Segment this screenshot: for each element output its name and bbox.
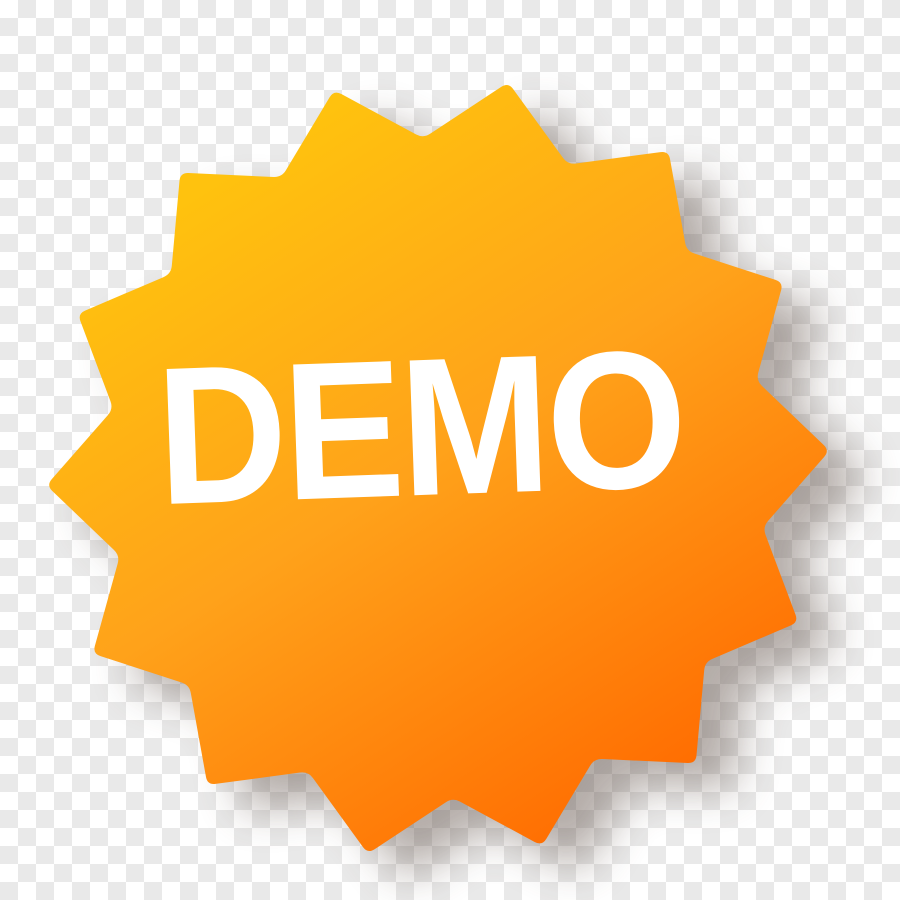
badge-label: DEMO xyxy=(153,308,687,547)
demo-badge-graphic: DEMO xyxy=(0,0,900,900)
